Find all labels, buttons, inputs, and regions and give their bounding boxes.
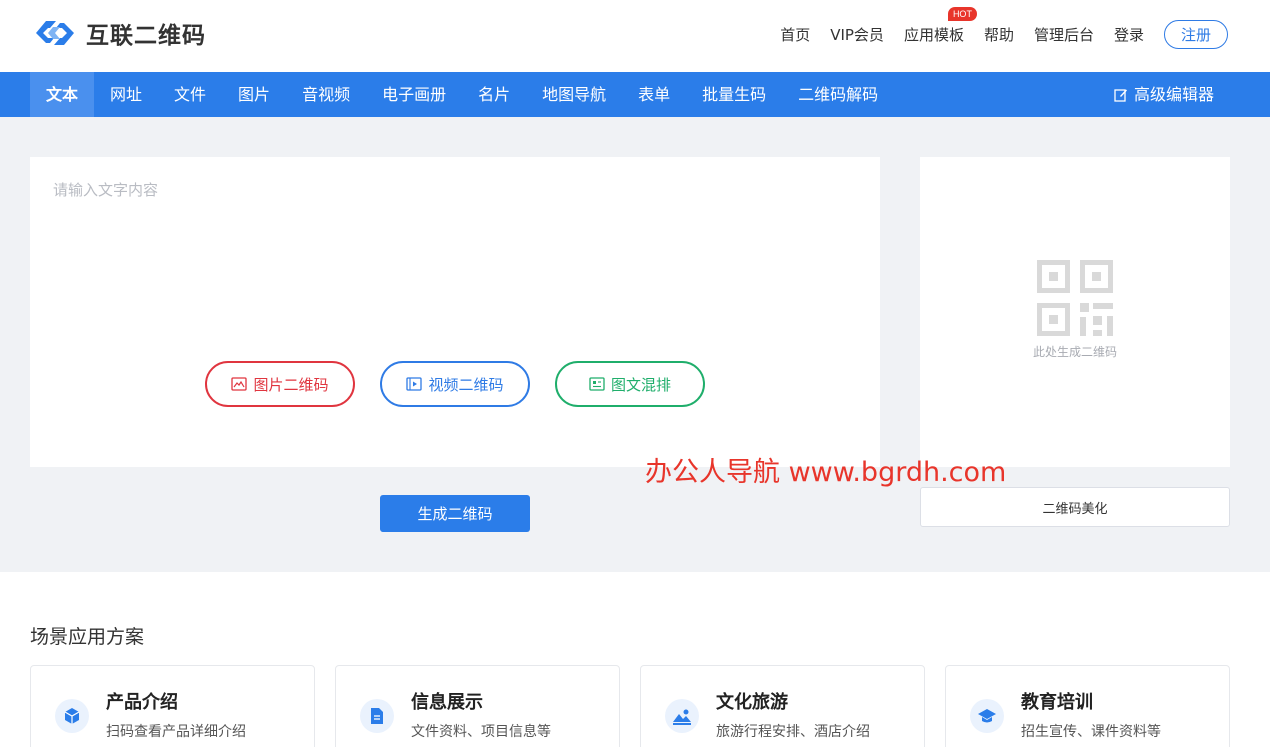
nav-help[interactable]: 帮助 <box>984 21 1014 49</box>
scenario-card-education[interactable]: 教育培训 招生宣传、课件资料等 <box>945 665 1230 747</box>
top-nav: 首页 VIP会员 应用模板 HOT 帮助 管理后台 登录 注册 <box>760 6 1228 49</box>
scenario-title: 场景应用方案 <box>30 626 145 648</box>
text-content-input[interactable] <box>30 157 880 357</box>
scenario-card-desc: 扫码查看产品详细介绍 <box>106 724 246 740</box>
tab-batch[interactable]: 批量生码 <box>686 72 782 117</box>
landscape-icon <box>665 699 699 733</box>
logo[interactable]: 互联二维码 <box>32 16 206 50</box>
tab-form[interactable]: 表单 <box>622 72 686 117</box>
tab-decode[interactable]: 二维码解码 <box>782 72 894 117</box>
advanced-editor-label: 高级编辑器 <box>1133 85 1214 104</box>
tab-album[interactable]: 电子画册 <box>366 72 462 117</box>
nav-admin[interactable]: 管理后台 <box>1034 21 1094 49</box>
scenario-card-title: 教育培训 <box>1021 692 1093 713</box>
tab-file[interactable]: 文件 <box>158 72 222 117</box>
scenario-card-product[interactable]: 产品介绍 扫码查看产品详细介绍 <box>30 665 315 747</box>
text-editor-panel: 图片二维码 视频二维码 图文混排 <box>30 157 880 467</box>
video-qr-label: 视频二维码 <box>428 375 504 394</box>
scenario-section: 场景应用方案 产品介绍 扫码查看产品详细介绍 信息展示 文件资料、项目信息等 文… <box>0 572 1270 747</box>
nav-home[interactable]: 首页 <box>780 21 810 49</box>
scenario-card-desc: 招生宣传、课件资料等 <box>1021 724 1161 740</box>
text-image-icon <box>589 377 605 391</box>
logo-text: 互联二维码 <box>86 23 206 49</box>
scenario-card-title: 产品介绍 <box>106 692 178 713</box>
mixed-layout-button[interactable]: 图文混排 <box>555 361 705 407</box>
register-button[interactable]: 注册 <box>1164 20 1228 49</box>
type-navbar: 文本 网址 文件 图片 音视频 电子画册 名片 地图导航 表单 批量生码 二维码… <box>0 72 1270 117</box>
tab-card[interactable]: 名片 <box>462 72 526 117</box>
watermark-text: 办公人导航 www.bgrdh.com <box>645 457 1007 488</box>
tab-image[interactable]: 图片 <box>222 72 286 117</box>
logo-icon <box>36 21 74 45</box>
scenario-card-info[interactable]: 信息展示 文件资料、项目信息等 <box>335 665 620 747</box>
scenario-card-desc: 旅游行程安排、酒店介绍 <box>716 724 870 740</box>
qr-beautify-button[interactable]: 二维码美化 <box>920 487 1230 527</box>
nav-vip[interactable]: VIP会员 <box>830 21 884 49</box>
cube-icon <box>55 699 89 733</box>
type-tabs: 文本 网址 文件 图片 音视频 电子画册 名片 地图导航 表单 批量生码 二维码… <box>30 72 894 117</box>
tab-text[interactable]: 文本 <box>30 72 95 117</box>
tab-map[interactable]: 地图导航 <box>526 72 622 117</box>
header: 互联二维码 首页 VIP会员 应用模板 HOT 帮助 管理后台 登录 注册 <box>0 0 1270 72</box>
edit-icon <box>1114 88 1127 102</box>
generate-qr-button[interactable]: 生成二维码 <box>380 495 530 532</box>
image-qr-button[interactable]: 图片二维码 <box>205 361 355 407</box>
nav-login[interactable]: 登录 <box>1114 21 1144 49</box>
image-qr-label: 图片二维码 <box>253 375 329 394</box>
document-icon <box>360 699 394 733</box>
qr-preview-panel: 此处生成二维码 <box>920 157 1230 467</box>
graduation-cap-icon <box>970 699 1004 733</box>
video-icon <box>406 377 423 391</box>
advanced-editor-link[interactable]: 高级编辑器 <box>1114 72 1214 117</box>
tab-audio-video[interactable]: 音视频 <box>286 72 366 117</box>
nav-templates-label: 应用模板 <box>903 25 964 44</box>
tab-url[interactable]: 网址 <box>94 72 158 117</box>
scenario-card-desc: 文件资料、项目信息等 <box>411 724 551 740</box>
nav-templates[interactable]: 应用模板 HOT <box>903 6 977 49</box>
qr-placeholder-hint: 此处生成二维码 <box>1032 345 1117 359</box>
scenario-card-title: 文化旅游 <box>716 692 788 713</box>
scenario-card-travel[interactable]: 文化旅游 旅游行程安排、酒店介绍 <box>640 665 925 747</box>
qr-placeholder-icon <box>1037 260 1113 336</box>
image-icon <box>231 377 248 391</box>
hot-badge: HOT <box>947 6 977 21</box>
mixed-layout-label: 图文混排 <box>610 375 671 394</box>
scenario-card-title: 信息展示 <box>411 692 483 713</box>
video-qr-button[interactable]: 视频二维码 <box>380 361 530 407</box>
